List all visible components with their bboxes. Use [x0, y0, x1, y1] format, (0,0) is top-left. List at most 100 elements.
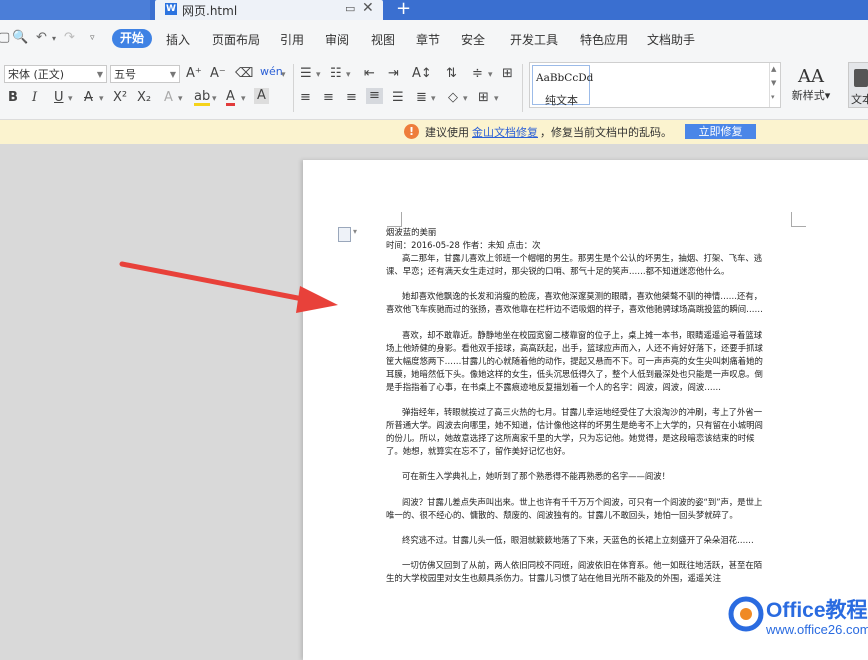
menu-item-special[interactable]: 特色应用	[580, 31, 628, 48]
font-name-select[interactable]: 宋体 (正文) ▼	[4, 65, 107, 83]
chevron-down-icon[interactable]: ▾	[241, 94, 246, 104]
line-spacing-2-icon[interactable]: ≣	[416, 90, 427, 106]
phonetic-guide-icon[interactable]: wén	[260, 64, 283, 80]
char-shading-icon[interactable]: A	[254, 88, 269, 104]
chevron-down-icon: ▼	[169, 70, 176, 79]
sort-icon[interactable]: ⇅	[446, 66, 457, 82]
undo-icon[interactable]: ↶	[36, 30, 47, 45]
expand-gallery-icon[interactable]: ▾	[771, 93, 775, 101]
style-plain-text[interactable]: AaBbCcDd 纯文本	[532, 65, 594, 107]
shrink-font-icon[interactable]: A⁻	[210, 66, 226, 82]
chevron-down-icon[interactable]: ▾	[316, 70, 321, 80]
menu-item-review[interactable]: 审阅	[325, 31, 349, 48]
borders-icon[interactable]: ⊞	[478, 90, 489, 106]
scroll-up-icon[interactable]: ▲	[771, 65, 776, 73]
italic-icon[interactable]: I	[32, 90, 37, 106]
font-size-select[interactable]: 五号 ▼	[110, 65, 180, 83]
menu-item-references[interactable]: 引用	[280, 31, 304, 48]
shading-icon[interactable]: ◇	[448, 90, 458, 106]
chevron-down-icon[interactable]: ▾	[178, 94, 183, 104]
scroll-down-icon[interactable]: ▼	[771, 79, 776, 87]
notify-text-after: ，修复当前文档中的乱码。	[540, 126, 672, 139]
chevron-down-icon[interactable]: ▾	[281, 70, 286, 80]
font-name-value: 宋体 (正文)	[8, 68, 65, 81]
site-watermark: Office教程网 www.office26.com	[728, 594, 868, 649]
grow-font-icon[interactable]: A⁺	[186, 66, 202, 82]
align-center-icon[interactable]: ≡	[323, 90, 334, 106]
clear-format-icon[interactable]: ⌫	[235, 66, 253, 82]
tab-restore-icon[interactable]: ▭	[345, 2, 355, 15]
paragraph: 她却喜欢他飘逸的长发和消瘦的脸庞，喜欢他深邃莫测的眼睛，喜欢他桀骜不驯的神情………	[386, 291, 763, 315]
chevron-down-icon[interactable]: ▾	[68, 94, 73, 104]
chevron-down-icon[interactable]: ▾	[99, 94, 104, 104]
open-icon[interactable]: ▢	[0, 30, 10, 45]
style-gallery-scroll[interactable]: ▲ ▼ ▾	[769, 63, 780, 107]
menu-item-page-layout[interactable]: 页面布局	[212, 31, 260, 48]
paragraph: 终究逃不过。甘露儿头一低，眼泪就簌簌地落了下来，天蓝色的长裙上立刻盛开了朵朵泪花…	[402, 534, 754, 545]
tab-document[interactable]: W 网页.html ▭ ✕	[155, 0, 383, 20]
chevron-down-icon[interactable]: ▾	[431, 94, 436, 104]
decrease-indent-icon[interactable]: ⇤	[364, 66, 375, 82]
customize-dropdown-icon[interactable]: ▿	[90, 33, 95, 43]
menu-item-security[interactable]: 安全	[461, 31, 485, 48]
strikethrough-icon[interactable]: A	[84, 90, 93, 106]
tab-previous[interactable]	[0, 0, 150, 20]
chevron-down-icon[interactable]: ▾	[488, 70, 493, 80]
warning-icon: !	[404, 124, 419, 139]
justify-icon[interactable]: ≡	[366, 88, 383, 104]
paragraph-settings-icon[interactable]: ⊞	[502, 66, 513, 82]
paragraph: 可在新生入学典礼上，她听到了那个熟悉得不能再熟悉的名字——闾波！	[402, 471, 670, 482]
doc-title: 烟波蓝的美丽	[386, 227, 437, 237]
menu-item-developer[interactable]: 开发工具	[510, 31, 558, 48]
menu-item-insert[interactable]: 插入	[166, 31, 190, 48]
numbered-list-icon[interactable]: ☷	[330, 66, 342, 82]
style-sample-text: AaBbCcDd	[536, 72, 594, 84]
distribute-icon[interactable]: ☰	[392, 90, 404, 106]
annotation-arrow	[119, 261, 338, 313]
chevron-down-icon[interactable]: ▾	[494, 94, 499, 104]
redo-icon[interactable]: ↷	[64, 30, 75, 45]
repair-now-button[interactable]: 立即修复	[685, 124, 756, 139]
align-right-icon[interactable]: ≡	[346, 90, 357, 106]
paragraph: 喜欢，却不敢靠近。静静地坐在校园宽窗二楼靠窗的位子上，桌上摊一本书，眼睛遥遥追寻…	[386, 329, 763, 392]
highlight-icon[interactable]: ab	[194, 90, 211, 106]
paragraph: 弹指经年，转眼就挨过了高三火热的七月。甘露儿幸运地经受住了大浪淘沙的冲刷，考上了…	[386, 407, 763, 457]
bold-icon[interactable]: B	[8, 90, 18, 106]
align-left-icon[interactable]: ≡	[300, 90, 311, 106]
chevron-down-icon[interactable]: ▾	[212, 94, 217, 104]
repair-notification-bar: ! 建议使用 金山文档修复 ，修复当前文档中的乱码。 立即修复	[0, 120, 868, 144]
document-body[interactable]: 烟波蓝的美丽 时间：2016-05-28 作者：未知 点击：次 高二那年，甘露儿…	[386, 226, 766, 585]
menu-item-doc-assistant[interactable]: 文档助手	[647, 31, 695, 48]
word-doc-icon: W	[165, 3, 177, 15]
chevron-down-icon[interactable]: ▾	[463, 94, 468, 104]
font-color-icon[interactable]: A	[226, 90, 235, 106]
style-gallery[interactable]: AaBbCcDd 纯文本 ▲ ▼ ▾	[529, 62, 781, 108]
underline-icon[interactable]: U	[54, 90, 64, 106]
new-style-button[interactable]: AA 新样式▾	[788, 66, 834, 110]
menu-item-chapter[interactable]: 章节	[416, 31, 440, 48]
chevron-down-icon[interactable]: ▾	[346, 70, 351, 80]
tab-close-icon[interactable]: ✕	[362, 0, 374, 16]
notify-text-before: 建议使用	[425, 126, 469, 139]
line-spacing-icon[interactable]: ≑	[472, 66, 483, 82]
new-tab-button[interactable]: +	[396, 0, 411, 19]
increase-indent-icon[interactable]: ⇥	[388, 66, 399, 82]
title-bar: W 网页.html ▭ ✕ +	[0, 0, 868, 20]
text-effect-icon[interactable]: A	[164, 90, 173, 106]
text-tools-button[interactable]: 文本	[848, 62, 868, 108]
bullet-list-icon[interactable]: ☰	[300, 66, 312, 82]
paragraph: 闾波？甘露儿差点失声叫出来。世上也许有千千万万个闾波，可只有一个闾波的姿“到”声…	[386, 496, 763, 520]
chevron-down-icon[interactable]: ▾	[353, 227, 357, 236]
watermark-url: www.office26.com	[766, 622, 868, 637]
subscript-icon[interactable]: X₂	[137, 90, 151, 106]
undo-dropdown-icon[interactable]: ▾	[52, 34, 56, 43]
superscript-icon[interactable]: X²	[113, 90, 127, 106]
kingsoft-doc-repair-link[interactable]: 金山文档修复	[472, 124, 538, 140]
new-style-icon: AA	[798, 66, 824, 87]
document-icon[interactable]	[338, 227, 351, 242]
document-page[interactable]: ▾ 烟波蓝的美丽 时间：2016-05-28 作者：未知 点击：次 高二那年，甘…	[303, 160, 868, 660]
change-case-icon[interactable]: A↕	[412, 66, 432, 82]
menu-item-start[interactable]: 开始	[112, 29, 152, 48]
menu-item-view[interactable]: 视图	[371, 31, 395, 48]
print-preview-icon[interactable]: 🔍	[12, 30, 28, 45]
